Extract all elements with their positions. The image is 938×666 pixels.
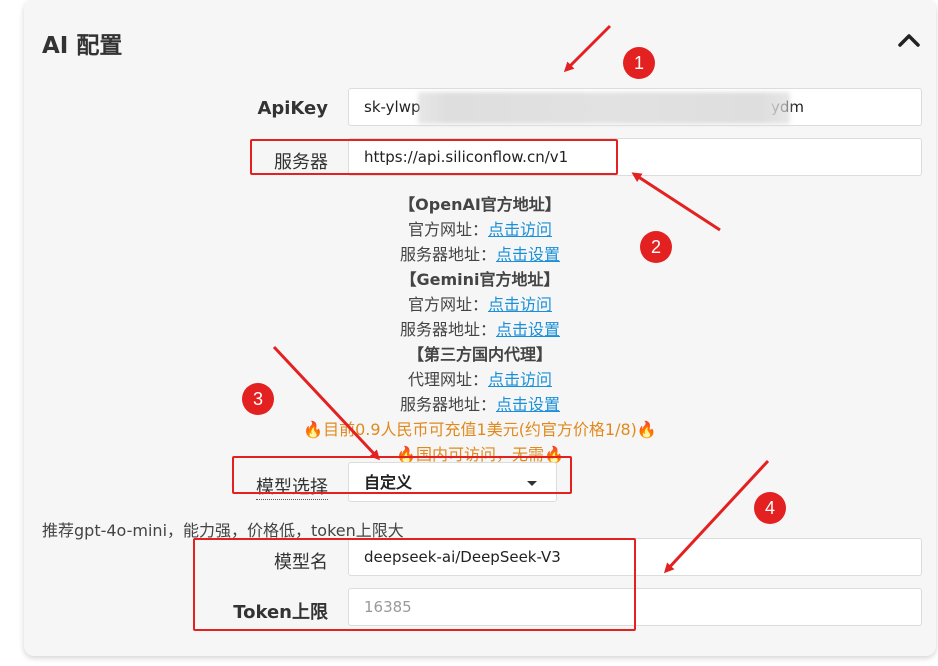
official-site-label: 官方网址：: [407, 220, 488, 239]
openai-site-line: 官方网址：点击访问: [250, 216, 710, 240]
chevron-up-icon[interactable]: [896, 30, 922, 50]
gemini-site-line: 官方网址：点击访问: [250, 291, 710, 315]
openai-heading: 【OpenAI官方地址】: [399, 195, 561, 214]
panel-title: AI 配置: [42, 33, 123, 59]
proxy-visit-link[interactable]: 点击访问: [488, 370, 552, 389]
openai-visit-link[interactable]: 点击访问: [488, 220, 552, 239]
server-addr-label: 服务器地址：: [399, 395, 496, 414]
gemini-server-line: 服务器地址：点击设置: [250, 316, 710, 340]
annotation-badge-4: 4: [754, 492, 786, 524]
gemini-heading: 【Gemini官方地址】: [400, 270, 560, 289]
annotation-box-model-fields: [193, 538, 636, 631]
proxy-server-line: 服务器地址：点击设置: [250, 391, 710, 415]
proxy-site-line: 代理网址：点击访问: [250, 366, 710, 390]
annotation-badge-1: 1: [623, 47, 655, 79]
promo-line-1: 🔥目前0.9人民币可充值1美元(约官方价格1/8)🔥: [303, 420, 657, 439]
apikey-label: ApiKey: [257, 98, 328, 119]
annotation-box-server: [250, 139, 618, 175]
annotation-badge-2: 2: [640, 231, 672, 263]
apikey-redaction: [418, 92, 790, 124]
proxy-set-link[interactable]: 点击设置: [496, 395, 560, 414]
annotation-badge-3: 3: [242, 383, 274, 415]
gemini-visit-link[interactable]: 点击访问: [488, 295, 552, 314]
server-addr-label: 服务器地址：: [399, 245, 496, 264]
annotation-box-model-select: [232, 456, 572, 494]
apikey-prefix: sk-ylwp: [364, 98, 421, 116]
gemini-set-link[interactable]: 点击设置: [496, 320, 560, 339]
third-party-heading: 【第三方国内代理】: [407, 345, 552, 364]
proxy-site-label: 代理网址：: [407, 370, 488, 389]
openai-set-link[interactable]: 点击设置: [496, 245, 560, 264]
official-site-label: 官方网址：: [407, 295, 488, 314]
server-addr-label: 服务器地址：: [399, 320, 496, 339]
